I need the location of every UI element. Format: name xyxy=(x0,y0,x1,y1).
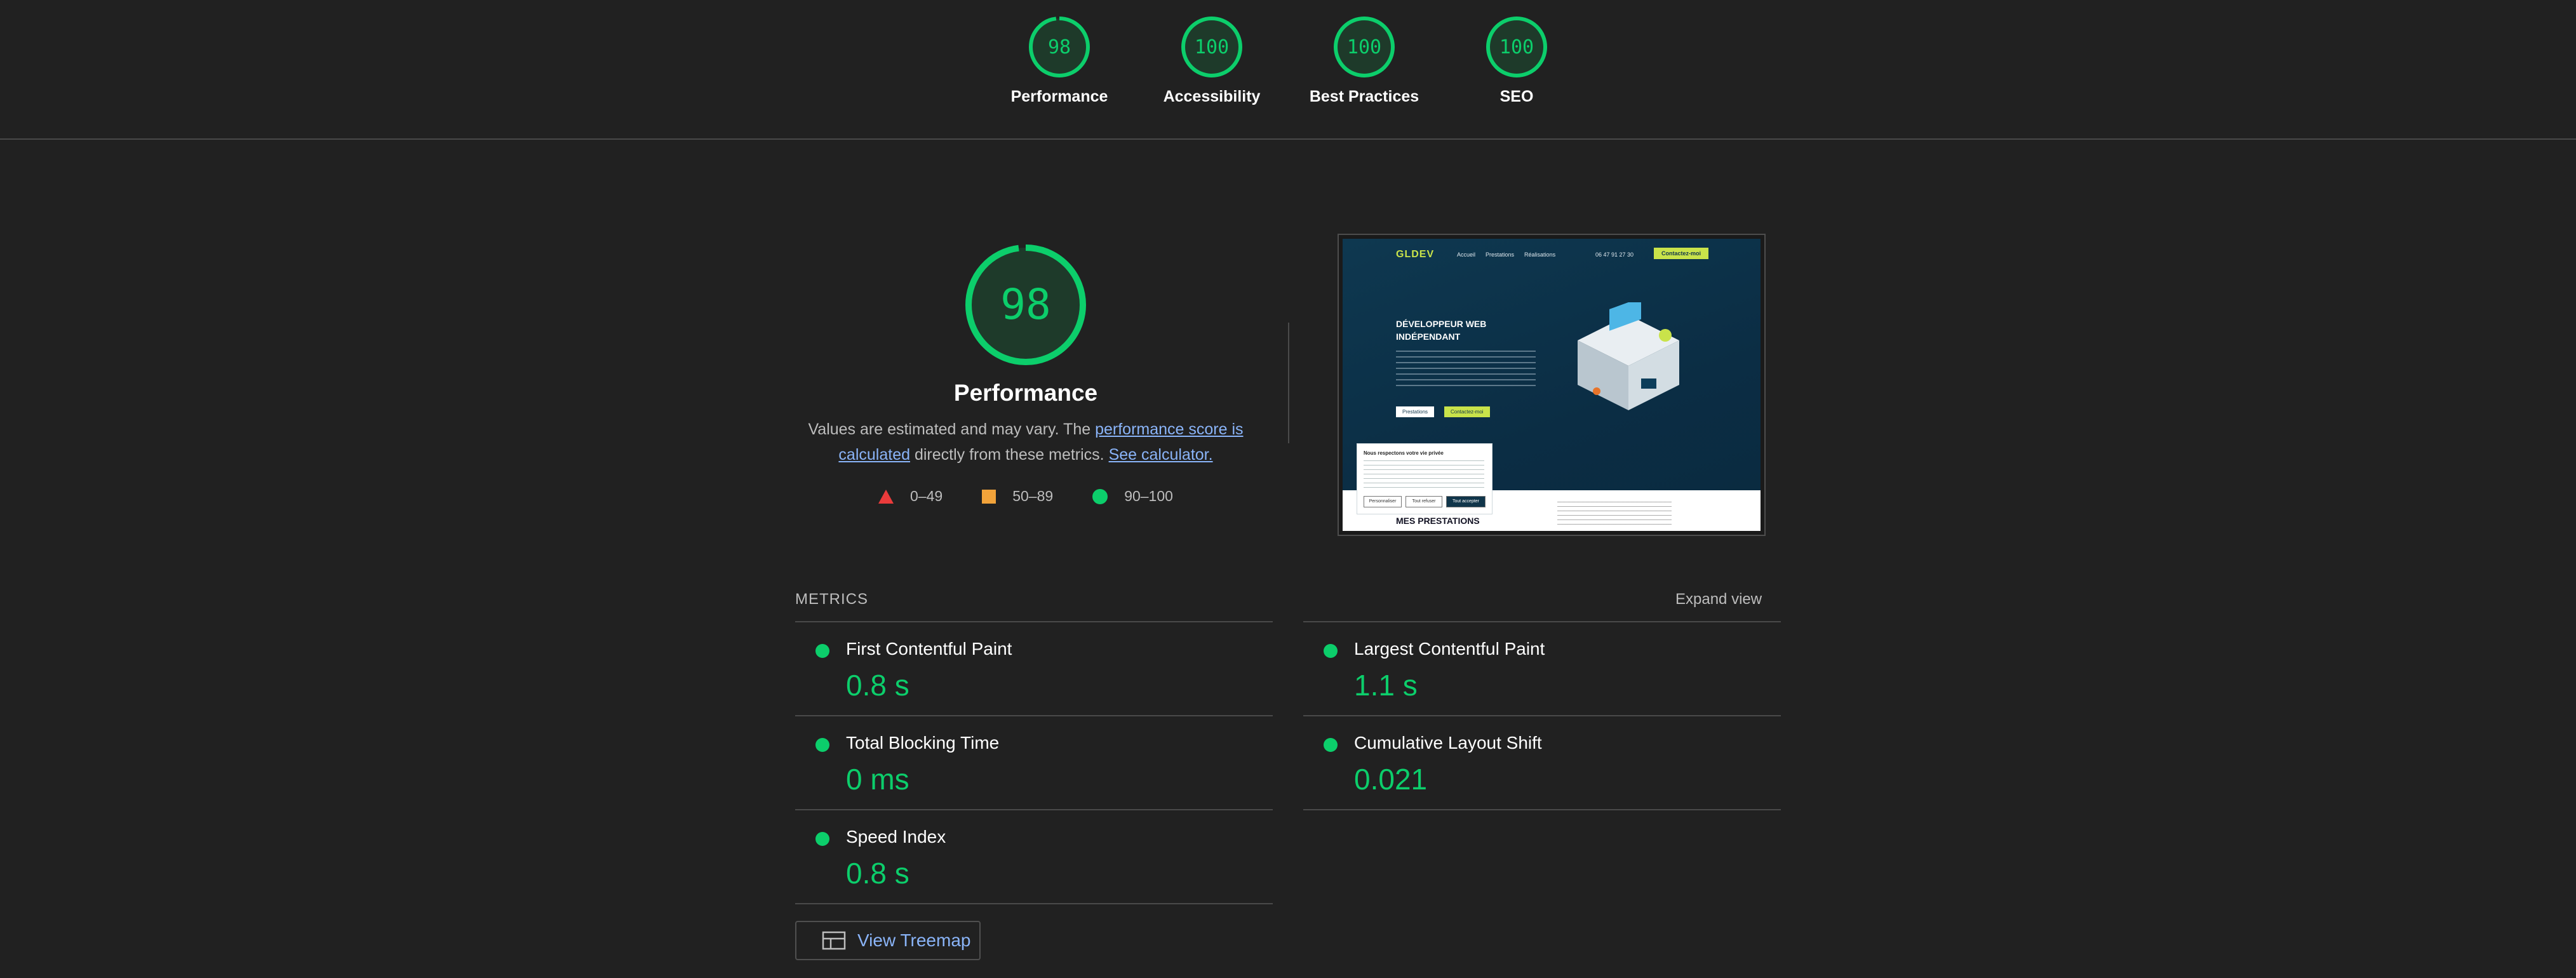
desc-text: directly from these metrics. xyxy=(910,446,1109,464)
cookie-button: Tout accepter xyxy=(1446,496,1486,507)
legend-label: 50–89 xyxy=(1012,488,1054,504)
final-screenshot[interactable]: GLDEV Accueil Prestations Réalisations 0… xyxy=(1338,234,1766,536)
view-treemap-button[interactable]: View Treemap xyxy=(795,921,981,960)
gauge-ring: 100 xyxy=(1181,17,1242,77)
gauge-ring: 98 xyxy=(1029,17,1090,77)
gauge-label: Best Practices xyxy=(1309,88,1419,105)
pass-circle-icon xyxy=(1324,644,1338,658)
metric-first-contentful-paint: First Contentful Paint 0.8 s xyxy=(795,622,1273,716)
metric-value: 0 ms xyxy=(846,763,909,796)
gauge-score: 100 xyxy=(1347,36,1381,58)
site-intro-text xyxy=(1396,351,1536,390)
pass-circle-icon xyxy=(815,738,829,752)
site-phone: 06 47 91 27 30 xyxy=(1595,251,1634,258)
average-square-icon xyxy=(982,489,996,504)
screenshot-page: GLDEV Accueil Prestations Réalisations 0… xyxy=(1343,239,1761,531)
legend-average: 50–89 xyxy=(982,488,1053,505)
cookie-banner: Nous respectons votre vie privée Personn… xyxy=(1357,443,1493,514)
gauge-ring: 100 xyxy=(1486,17,1547,77)
cookie-button: Tout refuser xyxy=(1405,496,1442,507)
metric-name: Cumulative Layout Shift xyxy=(1354,733,1542,753)
gauge-ring: 100 xyxy=(1334,17,1395,77)
gauge-score: 100 xyxy=(1499,36,1534,58)
performance-score: 98 xyxy=(1000,280,1050,329)
cookie-title: Nous respectons votre vie privée xyxy=(1364,450,1444,456)
metric-name: First Contentful Paint xyxy=(846,639,1012,659)
gauge-label: Performance xyxy=(1010,88,1108,105)
metric-name: Speed Index xyxy=(846,827,946,847)
see-calculator-link[interactable]: See calculator. xyxy=(1109,446,1213,464)
pass-circle-icon xyxy=(815,644,829,658)
performance-gauge: 98 xyxy=(965,245,1086,365)
score-summary-bar: 98 Performance 100 Accessibility 100 Bes… xyxy=(0,0,2576,140)
site-section-title: MES PRESTATIONS xyxy=(1396,516,1480,526)
expand-view-button[interactable]: Expand view xyxy=(1675,591,1762,608)
gauge-label: SEO xyxy=(1499,88,1534,105)
gauge-score: 100 xyxy=(1195,36,1229,58)
performance-section: 98 Performance Values are estimated and … xyxy=(807,241,1245,505)
legend-label: 0–49 xyxy=(910,488,943,504)
site-headline: DÉVELOPPEUR WEB INDÉPENDANT xyxy=(1396,319,1487,342)
legend-label: 90–100 xyxy=(1124,488,1173,504)
performance-description: Values are estimated and may vary. The p… xyxy=(807,417,1245,467)
site-logo: GLDEV xyxy=(1396,249,1435,260)
pass-circle-icon xyxy=(1092,488,1108,504)
metric-name: Largest Contentful Paint xyxy=(1354,639,1545,659)
metric-cumulative-layout-shift: Cumulative Layout Shift 0.021 xyxy=(1303,716,1781,810)
site-section-text xyxy=(1557,502,1672,525)
cookie-button: Personnaliser xyxy=(1364,496,1402,507)
treemap-icon xyxy=(822,931,846,950)
gauge-score: 98 xyxy=(1048,36,1071,58)
site-cta: Contactez-moi xyxy=(1654,248,1709,259)
site-nav-item: Accueil xyxy=(1457,251,1476,258)
divider xyxy=(1288,323,1289,443)
metric-value: 0.8 s xyxy=(846,669,909,702)
site-illustration xyxy=(1578,302,1679,410)
metric-value: 1.1 s xyxy=(1354,669,1418,702)
gauge-performance[interactable]: 98 Performance xyxy=(983,15,1136,106)
gauge-seo[interactable]: 100 SEO xyxy=(1440,15,1593,106)
site-nav-item: Prestations xyxy=(1486,251,1515,258)
cookie-text xyxy=(1364,460,1484,488)
site-button-secondary: Contactez-moi xyxy=(1444,406,1490,417)
metric-name: Total Blocking Time xyxy=(846,733,1000,753)
legend-fail: 0–49 xyxy=(878,488,943,505)
view-treemap-label: View Treemap xyxy=(857,930,971,950)
metric-value: 0.8 s xyxy=(846,857,909,890)
fail-triangle-icon xyxy=(878,489,894,504)
score-legend: 0–49 50–89 90–100 xyxy=(807,488,1245,505)
metric-largest-contentful-paint: Largest Contentful Paint 1.1 s xyxy=(1303,622,1781,716)
pass-circle-icon xyxy=(815,832,829,846)
metric-speed-index: Speed Index 0.8 s xyxy=(795,810,1273,904)
metric-value: 0.021 xyxy=(1354,763,1428,796)
site-nav: Accueil Prestations Réalisations xyxy=(1457,251,1555,258)
gauge-best-practices[interactable]: 100 Best Practices xyxy=(1288,15,1440,106)
metrics-header: METRICS xyxy=(795,591,868,608)
legend-pass: 90–100 xyxy=(1092,488,1173,505)
performance-title: Performance xyxy=(953,380,1098,406)
gauge-accessibility[interactable]: 100 Accessibility xyxy=(1136,15,1288,106)
site-button-primary: Prestations xyxy=(1396,406,1435,417)
metric-total-blocking-time: Total Blocking Time 0 ms xyxy=(795,716,1273,810)
pass-circle-icon xyxy=(1324,738,1338,752)
desc-text: Values are estimated and may vary. The xyxy=(808,420,1096,438)
gauge-label: Accessibility xyxy=(1163,88,1261,105)
site-nav-item: Réalisations xyxy=(1524,251,1556,258)
